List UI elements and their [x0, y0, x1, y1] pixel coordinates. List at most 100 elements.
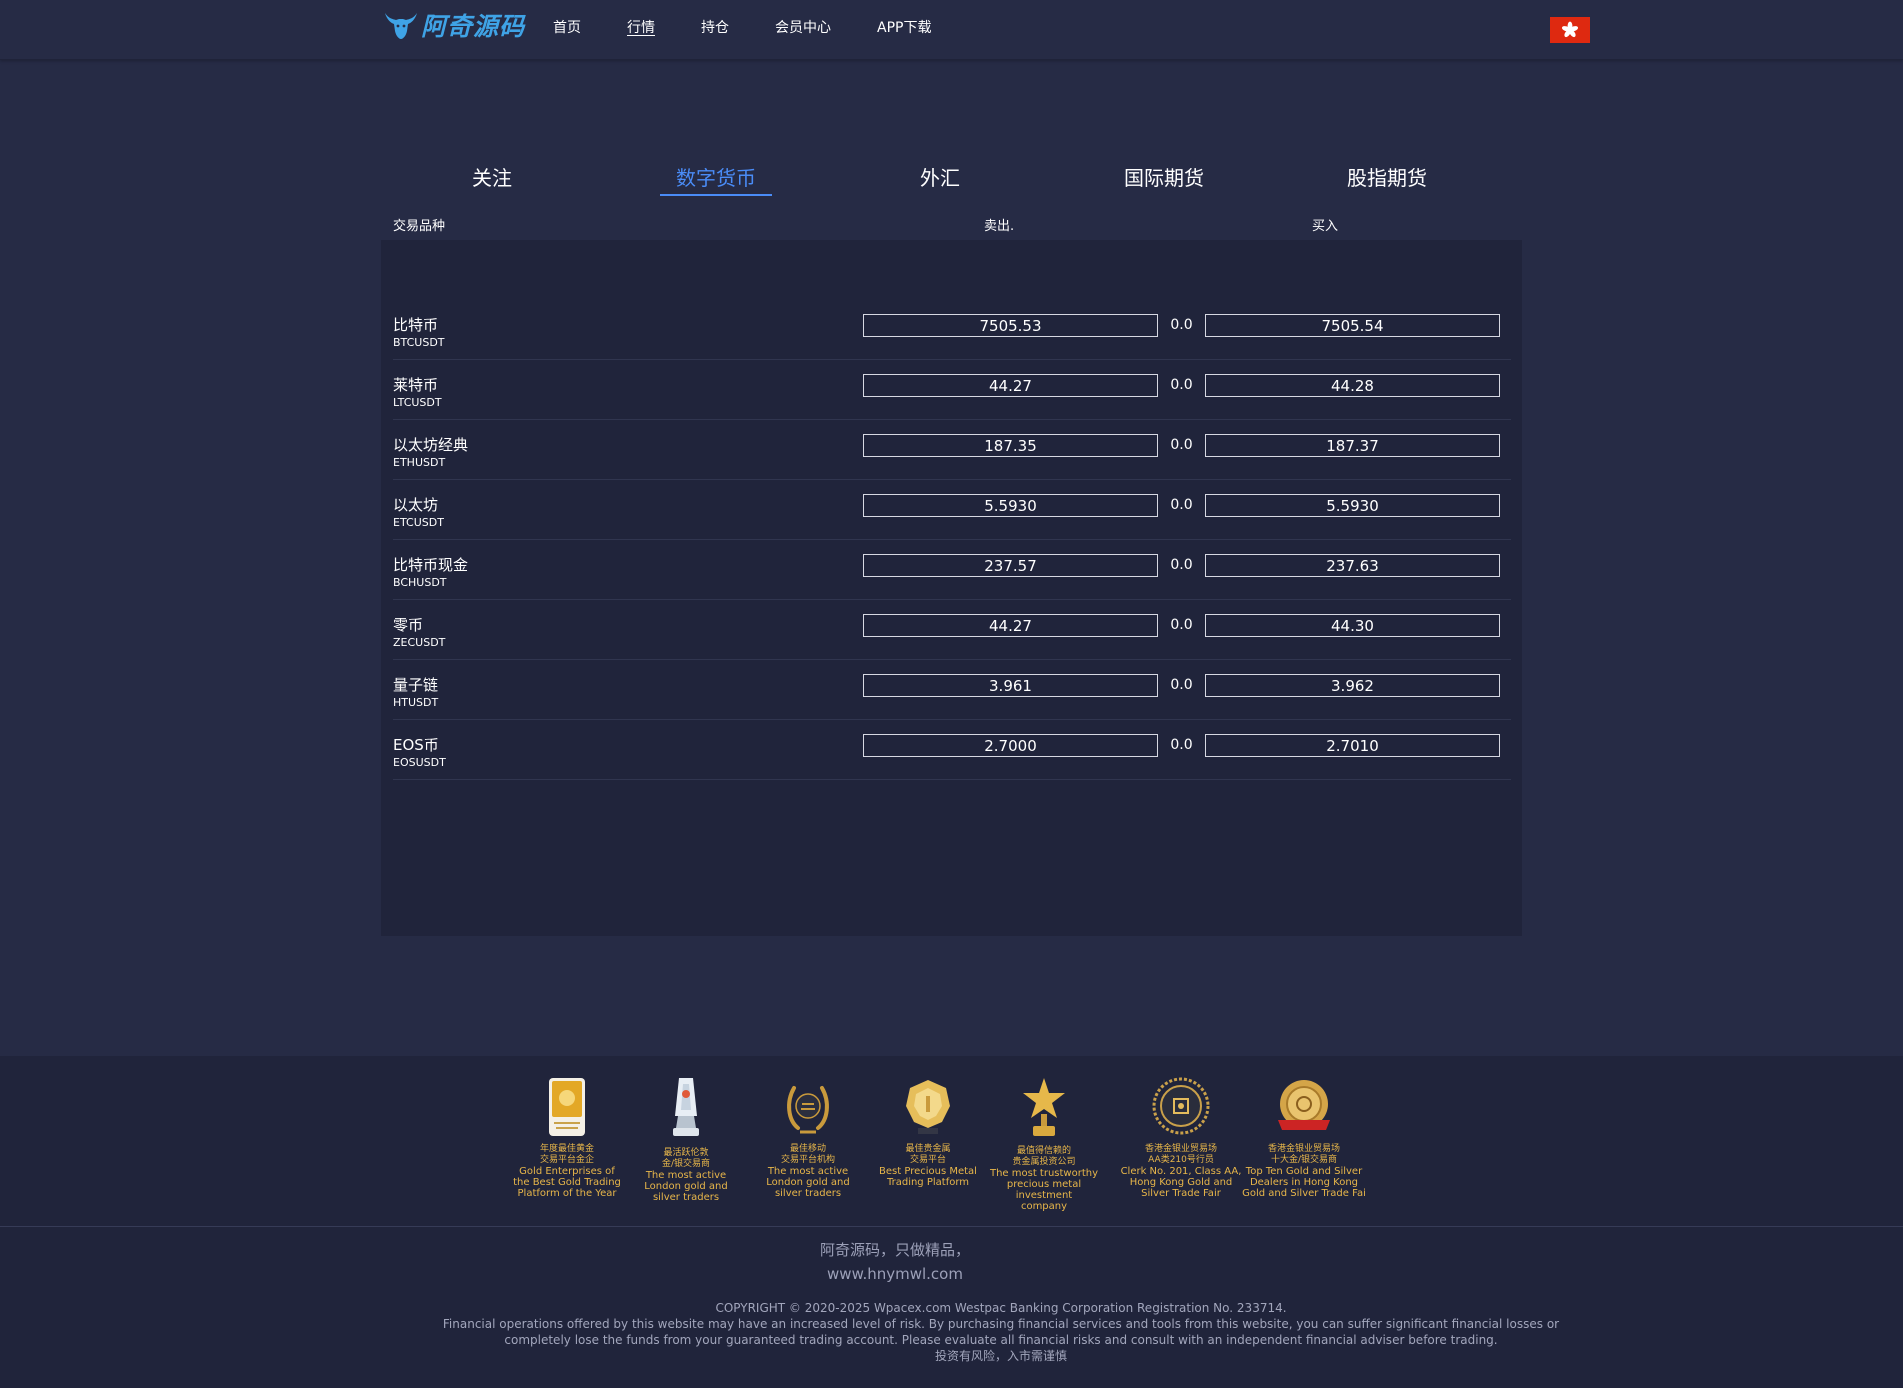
award-title-en: Silver Trade Fair — [1141, 1188, 1221, 1199]
sell-price[interactable]: 2.7000 — [863, 734, 1158, 757]
award-subtitle-cn: 交易平台 — [909, 1155, 946, 1165]
nav-item-member-center[interactable]: 会员中心 — [775, 18, 831, 38]
award-title-cn: 最活跃伦敦 — [663, 1148, 709, 1158]
tab-index-futures[interactable]: 股指期货 — [1347, 164, 1427, 192]
product-name: 比特币 — [393, 316, 439, 334]
site-url[interactable]: www.hnymwl.com — [0, 1262, 1790, 1286]
award-item: 香港金银业贸易场 十大金/银交易商 Top Ten Gold and Silve… — [1239, 1076, 1369, 1199]
award-title-cn: 香港金银业贸易场 — [1144, 1144, 1217, 1154]
price-change: 0.0 — [1170, 377, 1193, 393]
table-row[interactable]: 比特币 BTCUSDT 7505.53 0.0 7505.54 — [393, 300, 1511, 360]
award-title-en: Trading Platform — [886, 1177, 970, 1188]
footer-divider — [0, 1226, 1903, 1227]
award-item: 最佳移动 交易平台机构 The most active London gold … — [743, 1076, 873, 1199]
nav-item-positions[interactable]: 持仓 — [701, 18, 729, 38]
award-item: 年度最佳黄金 交易平台金企 Gold Enterprises of the Be… — [502, 1076, 632, 1199]
product-code: ETHUSDT — [393, 456, 446, 469]
table-row[interactable]: EOS币 EOSUSDT 2.7000 0.0 2.7010 — [393, 720, 1511, 780]
award-title-en: Gold and Silver Trade Fai — [1242, 1188, 1366, 1199]
product-name: 量子链 — [393, 676, 439, 694]
tab-forex[interactable]: 外汇 — [920, 164, 960, 192]
gold-plaque-icon — [549, 1078, 585, 1136]
main-nav: 首页 行情 持仓 会员中心 APP下载 — [553, 18, 931, 38]
buy-price[interactable]: 187.37 — [1205, 434, 1500, 457]
table-row[interactable]: 量子链 HTUSDT 3.961 0.0 3.962 — [393, 660, 1511, 720]
award-title-cn: 香港金银业贸易场 — [1267, 1144, 1340, 1154]
sell-price[interactable]: 187.35 — [863, 434, 1158, 457]
award-subtitle-cn: 金/银交易商 — [661, 1159, 711, 1169]
table-row[interactable]: 零币 ZECUSDT 44.27 0.0 44.30 — [393, 600, 1511, 660]
award-title-en: Top Ten Gold and Silver — [1245, 1166, 1363, 1177]
sell-price[interactable]: 7505.53 — [863, 314, 1158, 337]
nav-item-market[interactable]: 行情 — [627, 18, 655, 38]
table-row[interactable]: 比特币现金 BCHUSDT 237.57 0.0 237.63 — [393, 540, 1511, 600]
price-change: 0.0 — [1170, 317, 1193, 333]
product-name: 以太坊 — [393, 496, 439, 514]
sell-price[interactable]: 237.57 — [863, 554, 1158, 577]
sell-price[interactable]: 44.27 — [863, 374, 1158, 397]
buy-price[interactable]: 3.962 — [1205, 674, 1500, 697]
award-title-en: Dealers in Hong Kong — [1249, 1177, 1359, 1188]
header-buy: 买入 — [1312, 219, 1339, 234]
buy-price[interactable]: 44.30 — [1205, 614, 1500, 637]
product-code: BCHUSDT — [393, 576, 447, 589]
award-title-cn: 最值得信赖的 — [1016, 1146, 1071, 1156]
disclaimer-text: completely lose the funds from your guar… — [504, 1333, 1498, 1347]
award-title-en: The most active — [645, 1170, 727, 1181]
buy-price[interactable]: 7505.54 — [1205, 314, 1500, 337]
tab-watchlist[interactable]: 关注 — [472, 164, 512, 192]
laurel-wreath-icon — [787, 1086, 829, 1134]
crystal-trophy-icon — [673, 1078, 699, 1136]
table-row[interactable]: 莱特币 LTCUSDT 44.27 0.0 44.28 — [393, 360, 1511, 420]
tab-international-futures[interactable]: 国际期货 — [1124, 164, 1204, 192]
copyright-text: COPYRIGHT © 2020-2025 Wpacex.com Westpac… — [715, 1301, 1287, 1315]
price-change: 0.0 — [1170, 737, 1193, 753]
award-title-cn: 最佳移动 — [789, 1144, 826, 1154]
award-title-en: Best Precious Metal — [879, 1166, 977, 1177]
quote-table-header: 交易品种 卖出. 买入 — [0, 215, 1903, 235]
footer-slogan: 阿奇源码，只做精品， www.hnymwl.com — [0, 1238, 1790, 1286]
bauhinia-flag-icon — [1561, 21, 1579, 38]
buy-price[interactable]: 237.63 — [1205, 554, 1500, 577]
tab-digital-currency[interactable]: 数字货币 — [676, 164, 756, 192]
buy-price[interactable]: 2.7010 — [1205, 734, 1500, 757]
table-row[interactable]: 以太坊经典 ETHUSDT 187.35 0.0 187.37 — [393, 420, 1511, 480]
price-change: 0.0 — [1170, 677, 1193, 693]
price-change: 0.0 — [1170, 617, 1193, 633]
star-trophy-icon — [1023, 1078, 1065, 1136]
award-item: 香港金银业贸易场 AA类210号行员 Clerk No. 201, Class … — [1116, 1076, 1246, 1199]
award-subtitle-cn: 交易平台金企 — [539, 1155, 594, 1165]
award-subtitle-cn: 贵金属投资公司 — [1012, 1157, 1076, 1167]
award-title-en: silver traders — [774, 1188, 842, 1199]
product-name: 莱特币 — [393, 376, 439, 394]
price-change: 0.0 — [1170, 497, 1193, 513]
brand-name: 阿奇源码 — [421, 12, 526, 41]
award-title-en: Hong Kong Gold and — [1129, 1177, 1233, 1188]
award-title-en: The most trustworthy — [989, 1168, 1099, 1179]
product-name: 以太坊经典 — [393, 436, 469, 454]
table-row[interactable]: 以太坊 ETCUSDT 5.5930 0.0 5.5930 — [393, 480, 1511, 540]
language-flag-button[interactable] — [1550, 17, 1590, 43]
product-code: HTUSDT — [393, 696, 439, 709]
page-footer: 年度最佳黄金 交易平台金企 Gold Enterprises of the Be… — [0, 1056, 1903, 1388]
price-change: 0.0 — [1170, 557, 1193, 573]
sell-price[interactable]: 5.5930 — [863, 494, 1158, 517]
product-name: 比特币现金 — [393, 556, 469, 574]
seal-badge-icon — [1152, 1077, 1210, 1135]
nav-item-home[interactable]: 首页 — [553, 18, 581, 38]
slogan-text: 阿奇源码，只做精品， — [819, 1241, 970, 1259]
bull-logo-icon — [385, 13, 417, 39]
footer-copyright: COPYRIGHT © 2020-2025 Wpacex.com Westpac… — [400, 1300, 1602, 1364]
nav-item-app-download[interactable]: APP下载 — [877, 18, 931, 38]
award-title-en: London gold and — [766, 1177, 850, 1188]
sell-price[interactable]: 3.961 — [863, 674, 1158, 697]
buy-price[interactable]: 44.28 — [1205, 374, 1500, 397]
sell-price[interactable]: 44.27 — [863, 614, 1158, 637]
product-code: BTCUSDT — [393, 336, 445, 349]
header-sell: 卖出. — [984, 219, 1015, 234]
product-name: EOS币 — [393, 736, 439, 754]
brand-logo[interactable]: 阿奇源码 — [383, 8, 525, 42]
buy-price[interactable]: 5.5930 — [1205, 494, 1500, 517]
product-name: 零币 — [393, 616, 424, 634]
active-tab-indicator — [660, 194, 772, 196]
